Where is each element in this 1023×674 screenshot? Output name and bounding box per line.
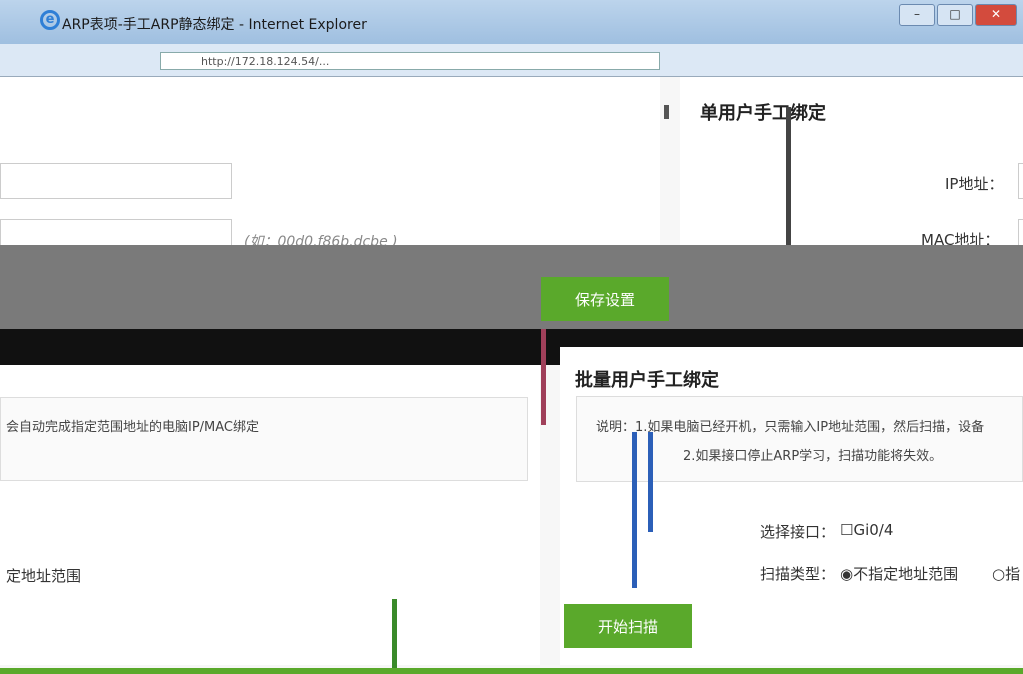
interface-label: 选择接口： <box>760 523 836 541</box>
batch-binding-title: 批量用户手工绑定 <box>575 370 719 391</box>
window-title: ARP表项-手工ARP静态绑定 - Internet Explorer <box>62 17 367 33</box>
divider <box>664 105 669 119</box>
ip-input-left[interactable] <box>0 163 232 199</box>
left-note: 会自动完成指定范围地址的电脑IP/MAC绑定 <box>6 420 260 435</box>
left-note-box <box>0 397 528 481</box>
save-button[interactable]: 保存设置 <box>541 277 669 321</box>
divider <box>786 107 791 257</box>
maximize-icon[interactable]: □ <box>937 4 973 26</box>
interface-checkbox-gi04[interactable]: ☐Gi0/4 <box>840 521 893 539</box>
left-scan-text: 定地址范围 <box>6 567 82 585</box>
url-field[interactable]: http://172.18.124.54/... <box>160 52 660 70</box>
page-content: (如：00d0.f86b.dcbe ) 单用户手工绑定 IP地址： MAC地址：… <box>0 77 1023 674</box>
scan-type-label: 扫描类型： <box>760 565 836 583</box>
minimize-icon[interactable]: – <box>899 4 935 26</box>
scan-radio-no-range[interactable]: ◉不指定地址范围 <box>840 563 958 584</box>
divider <box>632 432 637 588</box>
ie-logo-icon: e <box>40 10 60 30</box>
divider <box>392 599 397 669</box>
single-binding-title: 单用户手工绑定 <box>700 103 826 124</box>
window-controls: – □ ✕ <box>899 4 1017 26</box>
window-titlebar: e ARP表项-手工ARP静态绑定 - Internet Explorer – … <box>0 0 1023 45</box>
ip-label: IP地址： <box>945 175 1004 193</box>
address-bar: http://172.18.124.54/... <box>0 44 1023 77</box>
close-icon[interactable]: ✕ <box>975 4 1017 26</box>
start-scan-button[interactable]: 开始扫描 <box>564 604 692 648</box>
batch-note-line1: 说明：1.如果电脑已经开机，只需输入IP地址范围，然后扫描，设备 <box>596 420 985 435</box>
ip-input[interactable] <box>1018 163 1023 199</box>
scan-radio-range[interactable]: ○指 <box>992 563 1020 584</box>
divider <box>648 432 653 532</box>
divider <box>541 329 546 425</box>
bottom-green-bar <box>0 668 1023 674</box>
gray-band <box>0 245 1023 329</box>
batch-note-line2: 2.如果接口停止ARP学习，扫描功能将失效。 <box>683 449 943 464</box>
batch-note-box <box>576 396 1023 482</box>
